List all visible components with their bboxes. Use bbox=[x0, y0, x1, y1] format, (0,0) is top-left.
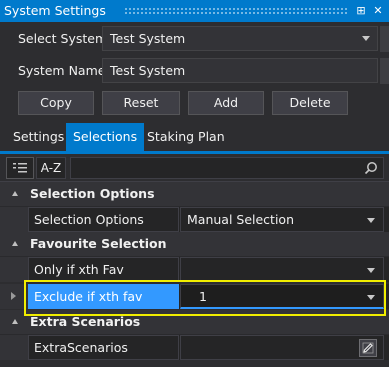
title-bar-grip[interactable] bbox=[124, 7, 347, 15]
collapse-caret-icon[interactable] bbox=[12, 319, 18, 324]
row-gutter bbox=[0, 284, 28, 309]
category-extra-scenarios[interactable]: Extra Scenarios bbox=[0, 310, 389, 335]
scrollbar[interactable] bbox=[380, 58, 389, 84]
collapse-caret-icon[interactable] bbox=[12, 191, 18, 196]
tab-strip: Settings Selections Staking Plan bbox=[0, 123, 389, 151]
title-bar: System Settings ⊞ ✕ bbox=[0, 0, 389, 22]
only-if-xth-fav-dropdown[interactable] bbox=[180, 257, 384, 282]
select-system-value: Test System bbox=[110, 31, 186, 46]
extra-scenarios-value[interactable] bbox=[180, 335, 384, 360]
window-title: System Settings bbox=[4, 3, 106, 18]
property-name: Exclude if xth fav bbox=[28, 284, 179, 309]
chevron-down-icon bbox=[367, 218, 375, 223]
select-system-dropdown[interactable]: Test System bbox=[102, 26, 378, 51]
tab-selections[interactable]: Selections bbox=[66, 123, 145, 151]
system-name-value: Test System bbox=[110, 63, 186, 78]
category-label: Extra Scenarios bbox=[30, 314, 141, 329]
edit-button[interactable] bbox=[359, 339, 377, 357]
property-name: Selection Options bbox=[28, 207, 179, 232]
category-label: Favourite Selection bbox=[30, 236, 167, 251]
collapse-caret-icon[interactable] bbox=[12, 241, 18, 246]
delete-button[interactable]: Delete bbox=[272, 91, 348, 115]
system-name-label: System Name: bbox=[18, 63, 110, 78]
pin-icon[interactable]: ⊞ bbox=[353, 2, 369, 20]
add-button[interactable]: Add bbox=[188, 91, 264, 115]
search-icon bbox=[364, 162, 377, 175]
property-row-extra-scenarios[interactable]: ExtraScenarios bbox=[0, 335, 389, 360]
select-system-row: Select System: Test System bbox=[0, 26, 389, 52]
property-row-exclude-if-xth-fav[interactable]: Exclude if xth fav 1 bbox=[0, 284, 389, 309]
chevron-down-icon bbox=[367, 268, 375, 273]
chevron-down-icon bbox=[362, 36, 370, 41]
search-input[interactable] bbox=[70, 157, 384, 179]
chevron-down-icon bbox=[367, 295, 375, 300]
category-label: Selection Options bbox=[30, 186, 155, 201]
property-value: Manual Selection bbox=[187, 212, 295, 227]
tab-settings[interactable]: Settings bbox=[6, 123, 71, 151]
property-value: 1 bbox=[199, 289, 207, 304]
pencil-icon bbox=[362, 342, 374, 354]
select-system-label: Select System: bbox=[18, 31, 112, 46]
copy-button[interactable]: Copy bbox=[18, 91, 94, 115]
exclude-if-xth-fav-dropdown[interactable]: 1 bbox=[180, 284, 384, 309]
system-name-row: System Name: Test System bbox=[0, 58, 389, 84]
tab-staking-plan[interactable]: Staking Plan bbox=[140, 123, 232, 151]
property-name: Only if xth Fav bbox=[28, 257, 179, 282]
alphabetical-sort-button[interactable]: A-Z bbox=[36, 157, 66, 179]
category-selection-options[interactable]: Selection Options bbox=[0, 182, 389, 207]
property-name: ExtraScenarios bbox=[28, 335, 179, 360]
categorized-sort-button[interactable] bbox=[6, 157, 34, 179]
property-grid-toolbar: A-Z bbox=[0, 154, 389, 182]
row-gutter bbox=[0, 257, 28, 282]
close-icon[interactable]: ✕ bbox=[370, 2, 386, 20]
system-name-input[interactable]: Test System bbox=[102, 58, 378, 83]
category-favourite-selection[interactable]: Favourite Selection bbox=[0, 232, 389, 257]
selected-row-arrow-icon bbox=[11, 292, 16, 300]
row-gutter bbox=[0, 207, 28, 232]
reset-button[interactable]: Reset bbox=[102, 91, 180, 115]
selection-options-dropdown[interactable]: Manual Selection bbox=[180, 207, 384, 232]
categorized-list-icon bbox=[13, 163, 27, 173]
scrollbar[interactable] bbox=[380, 26, 389, 52]
row-gutter bbox=[0, 335, 28, 360]
property-row-selection-options[interactable]: Selection Options Manual Selection bbox=[0, 207, 389, 232]
property-row-only-if-xth-fav[interactable]: Only if xth Fav bbox=[0, 257, 389, 282]
